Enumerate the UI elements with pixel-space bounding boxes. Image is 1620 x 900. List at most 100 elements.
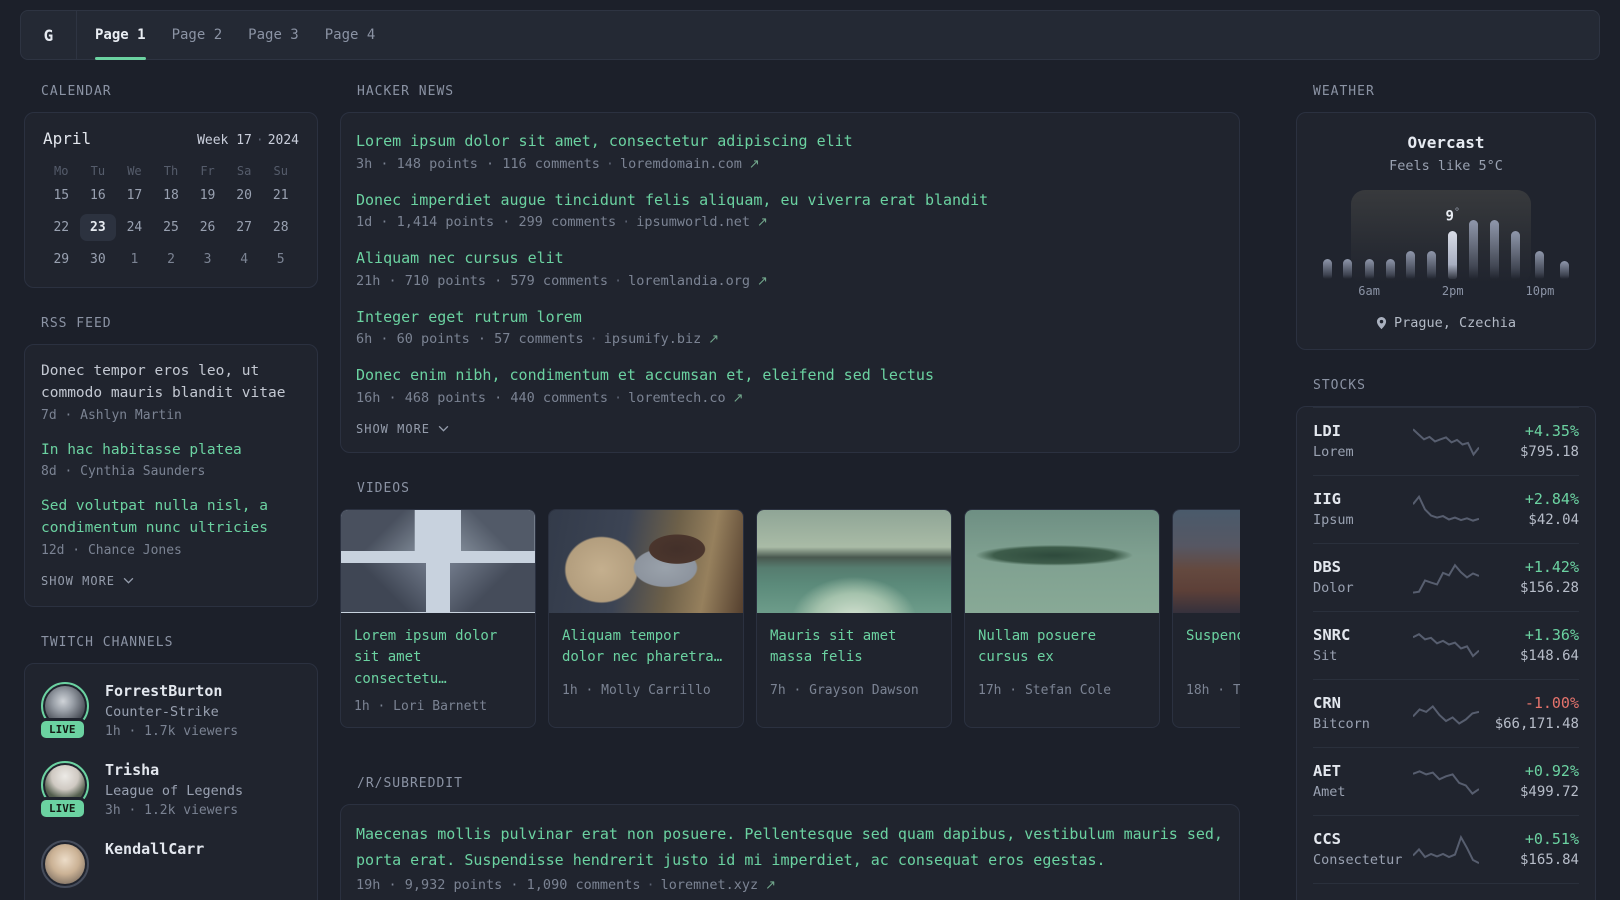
channel-name[interactable]: KendallCarr (105, 840, 204, 858)
weather-bar-column (1421, 190, 1442, 302)
stock-symbol-block: CRN Bitcorn (1313, 694, 1409, 733)
weather-bar (1427, 251, 1437, 279)
stock-ticker[interactable]: LDI (1313, 422, 1409, 440)
stock-price: $499.72 (1519, 784, 1579, 800)
nav-tab[interactable]: Page 2 (172, 11, 223, 59)
stock-price: $165.84 (1519, 852, 1579, 868)
hn-item-domain[interactable]: loremlandia.org (628, 273, 750, 289)
hn-item: Donec enim nibh, condimentum et accumsan… (356, 364, 1224, 406)
stock-ticker[interactable]: IIG (1313, 490, 1409, 508)
stock-value-block: -1.00% $66,171.48 (1483, 694, 1579, 733)
top-nav: G Page 1 Page 2 Page 3 Page 4 (20, 10, 1600, 60)
hn-item-domain[interactable]: loremtech.co (628, 390, 726, 406)
nav-tab[interactable]: Page 4 (325, 11, 376, 59)
show-more-button[interactable]: SHOW MORE (41, 574, 134, 588)
video-thumbnail[interactable] (549, 509, 743, 613)
stock-sparkline (1413, 491, 1479, 529)
show-more-button[interactable]: SHOW MORE (356, 422, 449, 436)
weather-condition: Overcast (1407, 133, 1485, 152)
hackernews-card: Lorem ipsum dolor sit amet, consectetur … (340, 112, 1240, 453)
reddit-post-title[interactable]: Maecenas mollis pulvinar erat non posuer… (356, 821, 1224, 874)
hn-item-title[interactable]: Donec imperdiet augue tincidunt felis al… (356, 189, 1224, 212)
stock-ticker[interactable]: CCS (1313, 830, 1409, 848)
stock-value-block: +1.42% $156.28 (1483, 558, 1579, 597)
rss-list: Donec tempor eros leo, ut commodo mauris… (41, 361, 301, 558)
calendar-day: 26 (199, 220, 216, 235)
video-thumbnail[interactable] (757, 509, 951, 613)
video-title[interactable]: Aliquam tempor dolor nec pharetra… (549, 613, 743, 675)
calendar-header: April Week 17 · 2024 (43, 129, 299, 148)
hn-item-meta: 21h · 710 points · 579 comments · loremlan… (356, 273, 1224, 289)
stock-sparkline (1413, 559, 1479, 597)
hn-item-domain[interactable]: loremdomain.com (620, 156, 742, 172)
show-more-label: SHOW MORE (356, 421, 431, 436)
video-card: Mauris sit amet massa felis 7h · Grayson… (756, 508, 952, 728)
rss-item: In hac habitasse platea 8d · Cynthia Sau… (41, 440, 301, 480)
channel-name[interactable]: ForrestBurton (105, 682, 238, 700)
video-title[interactable]: Suspendisse diam (1173, 613, 1240, 675)
calendar-day-grid: 15 16 17 18 19 20 21 22 23 24 25 26 27 28 29 30 1 2 3 4 5 (43, 182, 299, 273)
meta-separator: · (646, 877, 655, 894)
calendar-month: April (43, 129, 92, 148)
stock-value-block: +4.35% $795.18 (1483, 422, 1579, 461)
stock-value-block: +0.92% $499.72 (1483, 762, 1579, 801)
current-temp-label: 9° (1445, 207, 1460, 225)
stock-sparkline (1413, 695, 1479, 733)
video-title[interactable]: Nullam posuere cursus ex (965, 613, 1159, 675)
video-thumbnail[interactable] (965, 509, 1159, 613)
hn-item-domain[interactable]: ipsumify.biz (604, 331, 702, 347)
calendar-day: 28 (272, 220, 289, 235)
hn-item: Lorem ipsum dolor sit amet, consectetur … (356, 130, 1224, 172)
stock-change: -1.00% (1524, 694, 1579, 712)
video-meta: 1h · Molly Carrillo (562, 682, 711, 698)
rss-item-title[interactable]: Donec tempor eros leo, ut commodo mauris… (41, 361, 301, 405)
hn-item-title[interactable]: Donec enim nibh, condimentum et accumsan… (356, 364, 1224, 387)
hackernews-widget: HACKER NEWS Lorem ipsum dolor sit amet, … (340, 84, 1240, 453)
reddit-post-domain[interactable]: loremnet.xyz (661, 877, 759, 893)
rss-item-title[interactable]: In hac habitasse platea (41, 440, 301, 462)
hn-item-title[interactable]: Aliquam nec cursus elit (356, 247, 1224, 270)
external-link-icon: ↗ (708, 332, 720, 347)
channel-viewers: 1h · 1.7k viewers (105, 723, 239, 739)
hn-item-title[interactable]: Lorem ipsum dolor sit amet, consectetur … (356, 130, 1224, 153)
nav-tab[interactable]: Page 1 (95, 11, 146, 60)
weather-bar (1406, 251, 1416, 279)
stock-ticker[interactable]: AET (1313, 762, 1409, 780)
stock-change: +1.36% (1524, 626, 1579, 644)
hn-item: Donec imperdiet augue tincidunt felis al… (356, 189, 1224, 231)
stock-ticker[interactable]: CRN (1313, 694, 1409, 712)
calendar-day: 2 (167, 252, 175, 267)
nav-tab[interactable]: Page 3 (248, 11, 299, 59)
stock-ticker[interactable]: SNRC (1313, 626, 1409, 644)
twitch-channel[interactable]: LIVE Trisha League of Legends 3h · 1.2k … (41, 760, 301, 820)
app-logo[interactable]: G (21, 11, 77, 59)
weather-bar-column (1464, 190, 1485, 302)
video-title[interactable]: Mauris sit amet massa felis (757, 613, 951, 675)
rss-item-meta: 7d · Ashlyn Martin (41, 407, 182, 423)
show-more-label: SHOW MORE (41, 573, 116, 588)
calendar-day: 1 (130, 252, 139, 267)
hn-item-title[interactable]: Integer eget rutrum lorem (356, 306, 1224, 329)
twitch-channel[interactable]: LIVE ForrestBurton Counter-Strike 1h · 1… (41, 681, 301, 741)
twitch-channel[interactable]: LIVE KendallCarr (41, 839, 301, 888)
video-thumbnail[interactable] (1173, 509, 1240, 613)
stock-price: $66,171.48 (1494, 716, 1579, 732)
avatar-image (45, 843, 85, 884)
calendar-day: 22 (53, 220, 70, 235)
stock-ticker[interactable]: DBS (1313, 558, 1409, 576)
weather-bar-column (1338, 190, 1359, 302)
stock-row: CCS Consectetur +0.51% $165.84 (1313, 815, 1579, 883)
calendar-day: 3 (203, 252, 212, 267)
hn-item-meta: 1d · 1,414 points · 299 comments · ipsumwo… (356, 214, 1224, 230)
reddit-post-meta: 19h · 9,932 points · 1,090 comments · lore… (356, 877, 1224, 893)
weather-card: Overcast Feels like 5°C 6am 9° 2pm 10pm Pra… (1296, 112, 1596, 350)
weather-bar-column (1484, 190, 1505, 302)
rss-item-title[interactable]: Sed volutpat nulla nisl, a condimentum n… (41, 496, 301, 540)
video-thumbnail[interactable] (341, 509, 535, 613)
hn-item-domain[interactable]: ipsumworld.net (636, 214, 750, 230)
hn-item-stats: 21h · 710 points · 579 comments (356, 272, 608, 289)
calendar-widget: CALENDAR April Week 17 · 2024 Mo Tu We Th Fr Sa… (24, 84, 318, 288)
stock-change: +2.84% (1524, 490, 1579, 508)
channel-name[interactable]: Trisha (105, 761, 243, 779)
video-title[interactable]: Lorem ipsum dolor sit amet consectetu… (341, 613, 535, 691)
